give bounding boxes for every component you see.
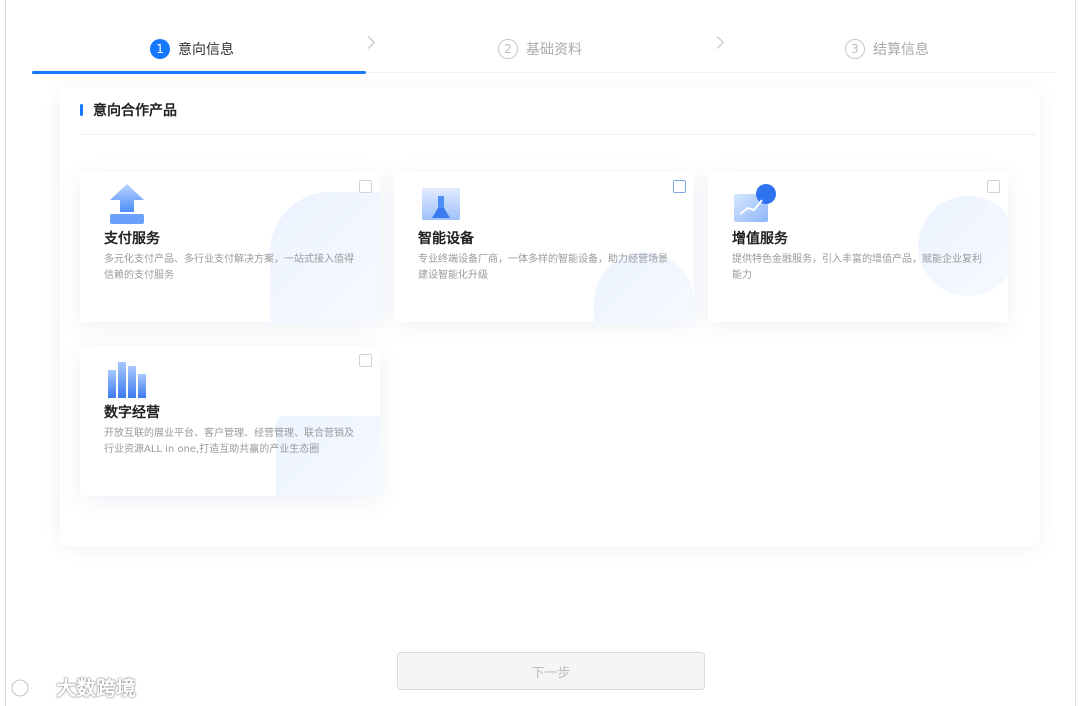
product-card-digital-operation[interactable]: 数字经营 开放互联的展业平台、客户管理、经营管理、联合营销及行业资源ALL in…	[80, 346, 380, 496]
product-checkbox[interactable]	[359, 180, 372, 193]
product-title: 增值服务	[732, 231, 788, 247]
step-indicator: 1 意向信息 2 基础资料 3 结算信息	[32, 28, 1056, 74]
section-divider	[80, 134, 1036, 135]
product-checkbox[interactable]	[673, 180, 686, 193]
product-title: 支付服务	[104, 231, 160, 247]
product-title: 数字经营	[104, 405, 160, 421]
watermark-text: 大数跨境	[56, 676, 136, 700]
section-title-text: 意向合作产品	[93, 103, 177, 119]
watermark: 大数跨境	[10, 672, 136, 701]
chevron-right-icon	[362, 36, 375, 49]
window-right-border	[1075, 0, 1076, 706]
product-checkbox[interactable]	[359, 354, 372, 367]
step-label: 意向信息	[178, 42, 234, 58]
product-description: 多元化支付产品、多行业支付解决方案，一站式接入值得信赖的支付服务	[104, 254, 354, 281]
step-label: 基础资料	[526, 42, 582, 58]
step-settlement-info[interactable]: 3 结算信息	[845, 28, 929, 70]
bar-chart-icon	[106, 356, 148, 398]
next-step-button[interactable]: 下一步	[397, 652, 705, 690]
step-number: 3	[845, 39, 865, 59]
chevron-right-icon	[711, 36, 724, 49]
product-checkbox[interactable]	[987, 180, 1000, 193]
step-intent-info[interactable]: 1 意向信息	[150, 28, 234, 70]
step-label: 结算信息	[873, 42, 929, 58]
section-title: 意向合作产品	[80, 100, 177, 120]
product-card-payment[interactable]: 支付服务 多元化支付产品、多行业支付解决方案，一站式接入值得信赖的支付服务	[80, 172, 380, 322]
watermark-logo-icon	[10, 677, 49, 697]
product-title: 智能设备	[418, 231, 474, 247]
step-basic-info[interactable]: 2 基础资料	[498, 28, 582, 70]
step-number: 1	[150, 39, 170, 59]
smart-device-icon	[420, 182, 462, 224]
section-title-bar	[80, 104, 83, 116]
product-description: 提供特色金融服务，引入丰富的增值产品，赋能企业复利能力	[732, 254, 982, 281]
product-card-value-added[interactable]: 增值服务 提供特色金融服务，引入丰富的增值产品，赋能企业复利能力	[708, 172, 1008, 322]
product-description: 开放互联的展业平台、客户管理、经营管理、联合营销及行业资源ALL in one,…	[104, 428, 354, 455]
window-left-border	[5, 0, 6, 706]
step-number: 2	[498, 39, 518, 59]
growth-chart-icon	[734, 182, 776, 224]
product-card-smart-device[interactable]: 智能设备 专业终端设备厂商，一体多样的智能设备，助力经营场景建设智能化升级	[394, 172, 694, 322]
active-step-underline	[32, 71, 366, 74]
product-description: 专业终端设备厂商，一体多样的智能设备，助力经营场景建设智能化升级	[418, 254, 668, 281]
payment-upload-icon	[106, 182, 148, 224]
